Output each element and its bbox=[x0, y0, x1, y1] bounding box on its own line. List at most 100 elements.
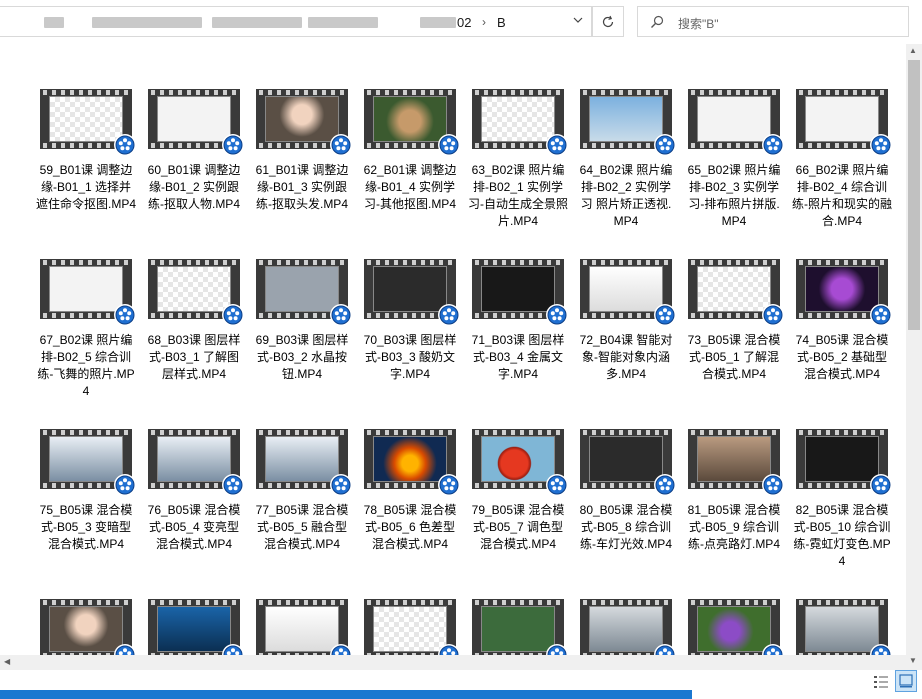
file-item[interactable]: 65_B02课 照片编排-B02_3 实例学习-排布照片拼版.MP4 bbox=[680, 44, 788, 230]
video-player-icon bbox=[654, 474, 676, 496]
file-item[interactable]: 85_B05课 混合 bbox=[248, 554, 356, 655]
file-name: 80_B05课 混合模式-B05_8 综合训练-车灯光效.MP4 bbox=[579, 503, 673, 551]
file-name: 70_B03课 图层样式-B03_3 酸奶文字.MP4 bbox=[363, 333, 457, 381]
video-player-icon bbox=[654, 134, 676, 156]
film-strip-holes bbox=[688, 260, 780, 265]
video-thumbnail bbox=[256, 599, 352, 655]
file-item[interactable]: 75_B05课 混合模式-B05_3 变暗型混合模式.MP4 bbox=[32, 384, 140, 553]
video-preview-frame bbox=[157, 606, 231, 652]
video-player-icon bbox=[330, 474, 352, 496]
video-player-icon bbox=[654, 304, 676, 326]
file-item[interactable]: 87_B06课 色彩 bbox=[464, 554, 572, 655]
file-item[interactable]: 74_B05课 混合模式-B05_2 基础型混合模式.MP4 bbox=[788, 214, 896, 383]
video-player-icon bbox=[870, 644, 892, 655]
film-strip-holes bbox=[796, 430, 888, 435]
file-name: 72_B04课 智能对象-智能对象内涵多.MP4 bbox=[579, 333, 673, 381]
file-name: 62_B01课 调整边缘-B01_4 实例学习-其他抠图.MP4 bbox=[363, 163, 457, 211]
address-bar[interactable]: 02 › B bbox=[0, 6, 592, 37]
video-thumbnail bbox=[796, 429, 892, 496]
video-player-icon bbox=[114, 644, 136, 655]
film-strip-holes bbox=[40, 600, 132, 605]
file-item[interactable]: 84_B05课 混合 bbox=[140, 554, 248, 655]
film-strip-holes bbox=[580, 430, 672, 435]
file-item[interactable]: 81_B05课 混合模式-B05_9 综合训练-点亮路灯.MP4 bbox=[680, 384, 788, 553]
film-strip-holes bbox=[796, 260, 888, 265]
video-preview-frame bbox=[265, 436, 339, 482]
video-player-icon bbox=[114, 134, 136, 156]
video-player-icon bbox=[330, 134, 352, 156]
video-player-icon bbox=[330, 644, 352, 655]
video-player-icon bbox=[546, 304, 568, 326]
video-thumbnail bbox=[364, 259, 460, 326]
video-thumbnail bbox=[364, 89, 460, 156]
video-player-icon bbox=[222, 644, 244, 655]
file-item[interactable]: 83_B05课 混合 bbox=[32, 554, 140, 655]
video-preview-frame bbox=[373, 266, 447, 312]
film-strip-holes bbox=[364, 260, 456, 265]
file-item[interactable]: 79_B05课 混合模式-B05_7 调色型混合模式.MP4 bbox=[464, 384, 572, 553]
file-item[interactable]: 66_B02课 照片编排-B02_4 综合训练-照片和现实的融合.MP4 bbox=[788, 44, 896, 230]
breadcrumb-item[interactable]: 02 bbox=[457, 15, 471, 30]
film-strip-holes bbox=[472, 260, 564, 265]
file-item[interactable]: 76_B05课 混合模式-B05_4 变亮型混合模式.MP4 bbox=[140, 384, 248, 553]
horizontal-scrollbar[interactable] bbox=[0, 655, 906, 670]
video-thumbnail bbox=[256, 89, 352, 156]
file-item[interactable]: 64_B02课 照片编排-B02_2 实例学习 照片矫正透视.MP4 bbox=[572, 44, 680, 230]
file-item[interactable]: 73_B05课 混合模式-B05_1 了解混合模式.MP4 bbox=[680, 214, 788, 383]
film-strip-holes bbox=[148, 600, 240, 605]
scroll-up-icon[interactable]: ▲ bbox=[909, 46, 917, 55]
file-name: 73_B05课 混合模式-B05_1 了解混合模式.MP4 bbox=[687, 333, 781, 381]
file-item[interactable]: 80_B05课 混合模式-B05_8 综合训练-车灯光效.MP4 bbox=[572, 384, 680, 553]
scroll-left-icon[interactable]: ◀ bbox=[4, 657, 10, 666]
vertical-scrollbar-thumb[interactable] bbox=[908, 60, 920, 330]
video-preview-frame bbox=[805, 96, 879, 142]
chevron-down-icon[interactable] bbox=[572, 14, 584, 29]
video-player-icon bbox=[546, 474, 568, 496]
file-name: 71_B03课 图层样式-B03_4 金属文字.MP4 bbox=[471, 333, 565, 381]
video-thumbnail bbox=[364, 599, 460, 655]
film-strip-holes bbox=[40, 90, 132, 95]
video-thumbnail bbox=[256, 429, 352, 496]
file-item[interactable]: 86_B06课 色彩 bbox=[356, 554, 464, 655]
video-player-icon bbox=[438, 644, 460, 655]
film-strip-holes bbox=[472, 430, 564, 435]
file-item[interactable]: 59_B01课 调整边缘-B01_1 选择并遮住命令抠图.MP4 bbox=[32, 44, 140, 213]
blurred-crumb bbox=[420, 17, 456, 28]
file-item[interactable]: 60_B01课 调整边缘-B01_2 实例跟练-抠取人物.MP4 bbox=[140, 44, 248, 213]
video-preview-frame bbox=[265, 606, 339, 652]
video-player-icon bbox=[870, 474, 892, 496]
file-item[interactable]: 82_B05课 混合模式-B05_10 综合训练-霓虹灯变色.MP4 bbox=[788, 384, 896, 570]
file-item[interactable]: 72_B04课 智能对象-智能对象内涵多.MP4 bbox=[572, 214, 680, 383]
scroll-down-icon[interactable]: ▼ bbox=[909, 656, 917, 665]
large-icons-view-icon[interactable] bbox=[895, 670, 917, 692]
file-item[interactable]: 70_B03课 图层样式-B03_3 酸奶文字.MP4 bbox=[356, 214, 464, 383]
video-preview-frame bbox=[157, 436, 231, 482]
file-item[interactable]: 71_B03课 图层样式-B03_4 金属文字.MP4 bbox=[464, 214, 572, 383]
video-thumbnail bbox=[40, 429, 136, 496]
details-view-icon[interactable] bbox=[872, 673, 890, 691]
video-thumbnail bbox=[40, 259, 136, 326]
file-item[interactable]: 63_B02课 照片编排-B02_1 实例学习-自动生成全景照片.MP4 bbox=[464, 44, 572, 230]
film-strip-holes bbox=[580, 90, 672, 95]
file-item[interactable]: 68_B03课 图层样式-B03_1 了解图层样式.MP4 bbox=[140, 214, 248, 383]
file-item[interactable]: 90_B06课 色彩 bbox=[788, 554, 896, 655]
search-box[interactable]: 搜索"B" bbox=[637, 6, 909, 37]
file-item[interactable]: 69_B03课 图层样式-B03_2 水晶按钮.MP4 bbox=[248, 214, 356, 383]
refresh-button[interactable] bbox=[592, 6, 624, 37]
video-preview-frame bbox=[481, 266, 555, 312]
breadcrumb-item[interactable]: B bbox=[497, 15, 506, 30]
breadcrumb-separator-icon[interactable]: › bbox=[482, 15, 486, 29]
video-preview-frame bbox=[805, 436, 879, 482]
video-thumbnail bbox=[688, 259, 784, 326]
file-item[interactable]: 89_B06课 色彩 bbox=[680, 554, 788, 655]
file-item[interactable]: 78_B05课 混合模式-B05_6 色差型混合模式.MP4 bbox=[356, 384, 464, 553]
video-player-icon bbox=[762, 134, 784, 156]
video-preview-frame bbox=[49, 606, 123, 652]
file-item[interactable]: 67_B02课 照片编排-B02_5 综合训练-飞舞的照片.MP4 bbox=[32, 214, 140, 400]
file-item[interactable]: 88_B06课 色彩 bbox=[572, 554, 680, 655]
file-item[interactable]: 62_B01课 调整边缘-B01_4 实例学习-其他抠图.MP4 bbox=[356, 44, 464, 213]
file-item[interactable]: 61_B01课 调整边缘-B01_3 实例跟练-抠取头发.MP4 bbox=[248, 44, 356, 213]
file-item[interactable]: 77_B05课 混合模式-B05_5 融合型混合模式.MP4 bbox=[248, 384, 356, 553]
film-strip-holes bbox=[580, 260, 672, 265]
video-thumbnail bbox=[580, 259, 676, 326]
